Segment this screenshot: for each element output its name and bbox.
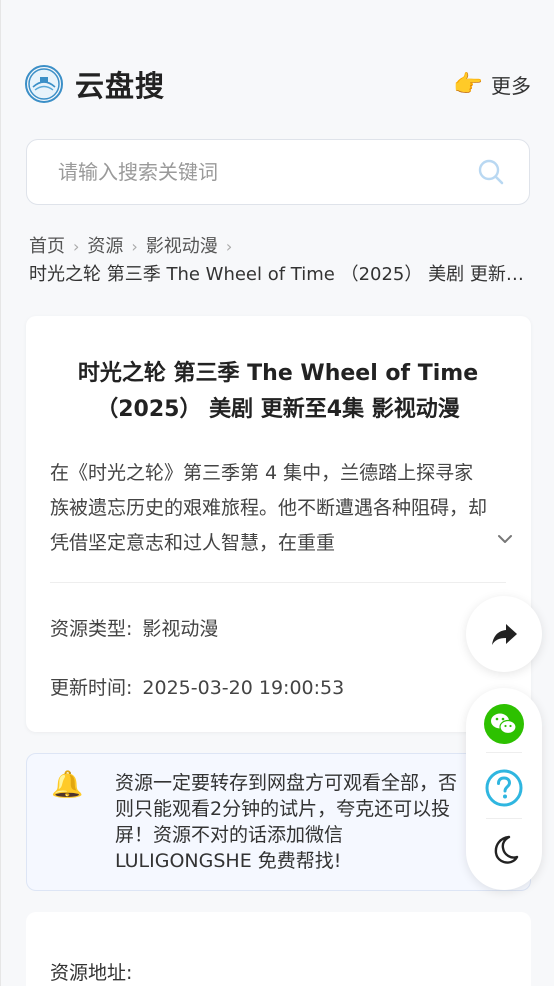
- update-time-value: 2025-03-20 19:00:53: [142, 677, 345, 699]
- help-icon: [485, 769, 523, 807]
- logo-icon[interactable]: [25, 65, 63, 103]
- chevron-down-icon[interactable]: [494, 528, 516, 550]
- moon-icon: [494, 835, 519, 864]
- resource-address-card: 资源地址:: [26, 912, 531, 986]
- chevron-right-icon: ›: [225, 237, 233, 256]
- pointing-hand-icon: 👉: [453, 70, 483, 98]
- search-input[interactable]: [58, 160, 477, 184]
- help-button[interactable]: [484, 768, 524, 808]
- notice-text: 资源一定要转存到网盘方可观看全部，否则只能观看2分钟的试片，夸克还可以投屏！资源…: [115, 772, 458, 872]
- header: 云盘搜 👉 更多: [25, 62, 531, 106]
- brand-title[interactable]: 云盘搜: [75, 63, 165, 105]
- update-time-label: 更新时间:: [50, 677, 133, 699]
- wechat-icon: [484, 704, 524, 744]
- resource-address-label: 资源地址:: [50, 962, 133, 984]
- share-button[interactable]: [466, 596, 542, 672]
- divider: [486, 752, 522, 753]
- chevron-right-icon: ›: [73, 237, 80, 256]
- resource-type-value: 影视动漫: [142, 618, 219, 640]
- floating-tools: [466, 688, 542, 890]
- resource-title: 时光之轮 第三季 The Wheel of Time （2025） 美剧 更新至…: [77, 361, 479, 422]
- bell-icon: 🔔: [51, 770, 84, 800]
- search-icon[interactable]: [477, 158, 505, 186]
- resource-type-label: 资源类型:: [50, 618, 133, 640]
- update-time-row: 更新时间: 2025-03-20 19:00:53: [50, 673, 344, 700]
- breadcrumb-current: 时光之轮 第三季 The Wheel of Time （2025） 美剧 更新至…: [29, 264, 524, 285]
- divider: [50, 582, 506, 583]
- more-menu-button[interactable]: 👉 更多: [453, 70, 531, 99]
- divider: [486, 818, 522, 819]
- detail-card: 时光之轮 第三季 The Wheel of Time （2025） 美剧 更新至…: [26, 316, 531, 732]
- share-icon: [492, 624, 517, 645]
- breadcrumb: 首页 › 资源 › 影视动漫 › 时光之轮 第三季 The Wheel of T…: [29, 233, 529, 289]
- breadcrumb-category[interactable]: 影视动漫: [146, 233, 218, 261]
- search-box: [26, 139, 530, 205]
- more-label: 更多: [491, 73, 531, 98]
- resource-type-row: 资源类型: 影视动漫: [50, 614, 218, 641]
- page: 云盘搜 👉 更多 首页 › 资源 › 影视动漫 › 时光之轮 第三季 The W…: [0, 0, 554, 986]
- wechat-button[interactable]: [484, 704, 524, 744]
- chevron-right-icon: ›: [131, 237, 138, 256]
- resource-description: 在《时光之轮》第三季第 4 集中，兰德踏上探寻家族被遗忘历史的艰难旅程。他不断遭…: [50, 462, 488, 554]
- dark-mode-toggle[interactable]: [484, 830, 524, 870]
- notice-box: 🔔 资源一定要转存到网盘方可观看全部，否则只能观看2分钟的试片，夸克还可以投屏！…: [26, 753, 531, 891]
- breadcrumb-home[interactable]: 首页: [29, 233, 65, 261]
- breadcrumb-resources[interactable]: 资源: [87, 233, 123, 261]
